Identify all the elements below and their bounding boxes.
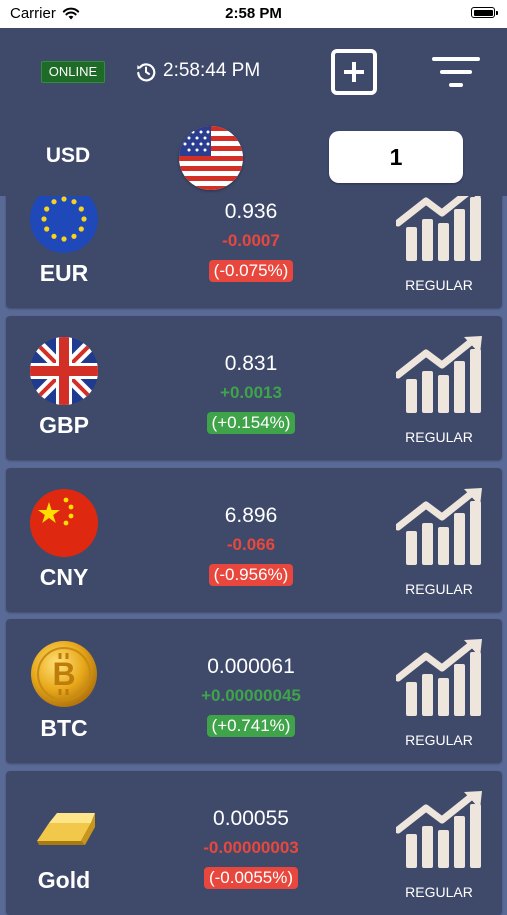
trend-chart-icon[interactable]	[396, 487, 486, 567]
trend-chart-icon[interactable]	[396, 335, 486, 415]
us-flag-icon[interactable]	[179, 126, 243, 190]
percent-change-badge: (-0.956%)	[208, 564, 294, 586]
trend-chart-icon[interactable]	[396, 790, 486, 870]
exchange-rate: 6.896	[224, 504, 278, 527]
online-badge: ONLINE	[41, 61, 105, 83]
percent-change-badge: (-0.0055%)	[203, 867, 299, 889]
base-currency-code[interactable]: USD	[0, 144, 136, 168]
currency-card-cny[interactable]: CNY 6.896 -0.066 (-0.956%) REGULAR	[6, 468, 502, 612]
refresh-clock-icon[interactable]	[136, 62, 156, 82]
status-bar: Carrier 2:58 PM	[0, 0, 507, 28]
rate-change: -0.00000003	[203, 838, 299, 857]
currency-code: CNY	[39, 564, 89, 590]
rate-type-label: REGULAR	[405, 277, 473, 293]
amount-input[interactable]: 1	[329, 131, 463, 183]
rate-change: +0.0013	[220, 383, 282, 402]
battery-icon	[471, 7, 498, 18]
exchange-rate: 0.00055	[213, 807, 289, 830]
rate-type-label: REGULAR	[405, 581, 473, 597]
add-currency-button[interactable]	[331, 49, 377, 95]
currency-code: EUR	[39, 260, 89, 286]
rate-type-label: REGULAR	[405, 732, 473, 748]
percent-change-badge: (-0.075%)	[208, 260, 294, 282]
currency-card-gold[interactable]: Gold 0.00055 -0.00000003 (-0.0055%) REGU…	[6, 771, 502, 915]
percent-change-badge: (+0.741%)	[206, 715, 296, 737]
last-updated-time: 2:58:44 PM	[163, 60, 261, 81]
rate-change: -0.0007	[222, 231, 280, 250]
currency-code: BTC	[40, 715, 88, 741]
rate-change: +0.00000045	[201, 686, 301, 705]
gold-bar-icon	[37, 813, 95, 845]
china-flag-icon	[30, 489, 98, 557]
currency-card-btc[interactable]: B BTC 0.000061 +0.00000045 (+0.741%) REG…	[6, 619, 502, 763]
header: ONLINE 2:58:44 PM USD 1	[0, 28, 507, 196]
currency-code: GBP	[39, 412, 89, 438]
rate-change: -0.066	[226, 535, 276, 554]
percent-change-badge: (+0.154%)	[206, 412, 296, 434]
exchange-rate: 0.831	[224, 352, 278, 375]
bitcoin-icon: B	[31, 641, 97, 707]
exchange-rate: 0.000061	[207, 655, 295, 678]
svg-text:B: B	[52, 656, 75, 692]
rate-type-label: REGULAR	[405, 429, 473, 445]
currency-code: Gold	[37, 867, 91, 893]
filter-icon[interactable]	[432, 55, 480, 89]
rate-type-label: REGULAR	[405, 884, 473, 900]
trend-chart-icon[interactable]	[396, 638, 486, 718]
status-time: 2:58 PM	[225, 5, 282, 22]
currency-card-gbp[interactable]: GBP 0.831 +0.0013 (+0.154%) REGULAR	[6, 316, 502, 460]
uk-flag-icon	[30, 337, 98, 405]
exchange-rate: 0.936	[224, 200, 278, 223]
